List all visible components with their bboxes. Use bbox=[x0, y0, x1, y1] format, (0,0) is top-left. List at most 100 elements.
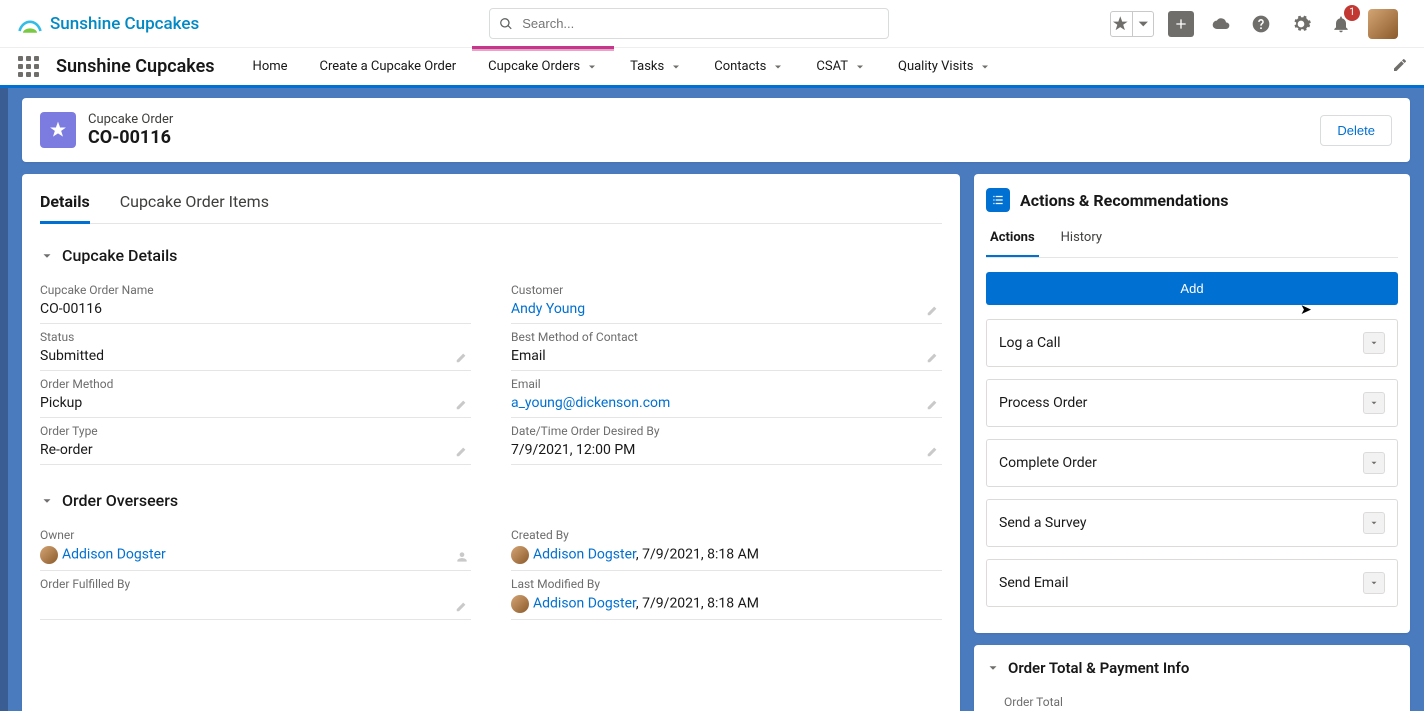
action-dropdown[interactable] bbox=[1363, 392, 1385, 414]
triangle-down-icon bbox=[1369, 518, 1379, 528]
global-create-button[interactable] bbox=[1168, 11, 1194, 37]
favorites-button[interactable] bbox=[1110, 11, 1154, 37]
triangle-down-icon bbox=[1369, 458, 1379, 468]
details-fields: Cupcake Order Name CO-00116 Customer And… bbox=[40, 283, 942, 465]
chevron-down-icon bbox=[1134, 14, 1153, 34]
question-icon bbox=[1251, 14, 1271, 34]
context-bar: Sunshine Cupcakes Home Create a Cupcake O… bbox=[0, 48, 1424, 88]
overseers-fields: Owner Addison Dogster Created By Addison… bbox=[40, 528, 942, 620]
edit-icon[interactable] bbox=[926, 303, 940, 317]
action-label: Send Email bbox=[999, 575, 1069, 591]
field-order-type: Order Type Re-order bbox=[40, 424, 471, 465]
edit-icon[interactable] bbox=[455, 444, 469, 458]
modified-ts: , 7/9/2021, 8:18 AM bbox=[636, 596, 759, 612]
action-send-a-survey[interactable]: Send a Survey bbox=[986, 499, 1398, 547]
field-customer: Customer Andy Young bbox=[511, 283, 942, 324]
user-avatar[interactable] bbox=[1368, 9, 1398, 39]
action-log-a-call[interactable]: Log a Call bbox=[986, 319, 1398, 367]
created-ts: , 7/9/2021, 8:18 AM bbox=[636, 547, 759, 563]
action-complete-order[interactable]: Complete Order bbox=[986, 439, 1398, 487]
header-icons: 1 bbox=[1110, 9, 1398, 39]
actions-icon bbox=[986, 188, 1010, 212]
section-title: Cupcake Details bbox=[62, 246, 177, 265]
star-icon bbox=[1111, 14, 1130, 34]
main-column: Details Cupcake Order Items Cupcake Detai… bbox=[22, 174, 960, 711]
nav-label: Tasks bbox=[630, 59, 664, 74]
record-highlights: Cupcake Order CO-00116 Delete bbox=[22, 98, 1410, 162]
edit-icon[interactable] bbox=[455, 350, 469, 364]
notifications-button[interactable]: 1 bbox=[1328, 11, 1354, 37]
main-tabs: Details Cupcake Order Items bbox=[40, 192, 942, 224]
edit-icon[interactable] bbox=[926, 397, 940, 411]
section-cupcake-details[interactable]: Cupcake Details bbox=[40, 246, 942, 265]
field-created-by: Created By Addison Dogster, 7/9/2021, 8:… bbox=[511, 528, 942, 571]
email-link[interactable]: a_young@dickenson.com bbox=[511, 395, 670, 411]
section-order-total[interactable]: Order Total & Payment Info bbox=[986, 659, 1398, 677]
nav-label: Quality Visits bbox=[898, 59, 973, 74]
field-contact-method: Best Method of Contact Email bbox=[511, 330, 942, 371]
avatar-icon bbox=[40, 546, 58, 564]
side-tab-history[interactable]: History bbox=[1057, 224, 1106, 257]
actions-card: Actions & Recommendations Actions History… bbox=[974, 174, 1410, 633]
field-modified-by: Last Modified By Addison Dogster, 7/9/20… bbox=[511, 577, 942, 620]
chevron-down-icon bbox=[40, 249, 54, 263]
delete-button[interactable]: Delete bbox=[1320, 115, 1392, 146]
section-order-overseers[interactable]: Order Overseers bbox=[40, 491, 942, 510]
action-dropdown[interactable] bbox=[1363, 572, 1385, 594]
brand-logo[interactable]: Sunshine Cupcakes bbox=[16, 10, 199, 38]
nav-item-quality-visits[interactable]: Quality Visits bbox=[882, 49, 1007, 84]
gear-icon bbox=[1291, 14, 1311, 34]
field-owner: Owner Addison Dogster bbox=[40, 528, 471, 571]
plus-icon bbox=[1173, 14, 1189, 34]
columns: Details Cupcake Order Items Cupcake Detai… bbox=[22, 174, 1410, 711]
side-tab-actions[interactable]: Actions bbox=[986, 224, 1039, 257]
customer-link[interactable]: Andy Young bbox=[511, 301, 585, 317]
nav-items: Home Create a Cupcake Order Cupcake Orders… bbox=[237, 49, 1008, 84]
action-dropdown[interactable] bbox=[1363, 452, 1385, 474]
nav-item-cupcake-orders[interactable]: Cupcake Orders bbox=[472, 49, 614, 84]
nav-label: Create a Cupcake Order bbox=[320, 59, 457, 74]
search-input[interactable] bbox=[489, 8, 889, 39]
tab-cupcake-order-items[interactable]: Cupcake Order Items bbox=[120, 192, 269, 223]
edit-icon[interactable] bbox=[926, 444, 940, 458]
created-by-link[interactable]: Addison Dogster bbox=[533, 547, 636, 563]
nav-label: Contacts bbox=[714, 59, 766, 74]
action-dropdown[interactable] bbox=[1363, 332, 1385, 354]
chevron-down-icon bbox=[40, 494, 54, 508]
edit-icon[interactable] bbox=[455, 599, 469, 613]
chevron-down-icon bbox=[586, 61, 598, 73]
action-process-order[interactable]: Process Order bbox=[986, 379, 1398, 427]
app-launcher[interactable] bbox=[16, 55, 40, 79]
global-search bbox=[489, 8, 889, 39]
edit-nav-button[interactable] bbox=[1392, 57, 1408, 77]
actions-title: Actions & Recommendations bbox=[1020, 191, 1228, 210]
nav-item-create-a-cupcake-order[interactable]: Create a Cupcake Order bbox=[304, 49, 473, 84]
triangle-down-icon bbox=[1369, 578, 1379, 588]
action-dropdown[interactable] bbox=[1363, 512, 1385, 534]
edit-icon[interactable] bbox=[455, 397, 469, 411]
salesforce-help-icon[interactable] bbox=[1208, 11, 1234, 37]
list-icon bbox=[991, 193, 1005, 207]
action-label: Process Order bbox=[999, 395, 1087, 411]
record-icon bbox=[40, 112, 76, 148]
tab-details[interactable]: Details bbox=[40, 192, 90, 224]
setup-button[interactable] bbox=[1288, 11, 1314, 37]
edit-icon[interactable] bbox=[926, 350, 940, 364]
action-send-email[interactable]: Send Email bbox=[986, 559, 1398, 607]
page-background: Cupcake Order CO-00116 Delete Details Cup… bbox=[0, 88, 1424, 711]
field-fulfilled-by: Order Fulfilled By bbox=[40, 577, 471, 620]
field-order-method: Order Method Pickup bbox=[40, 377, 471, 418]
pencil-icon bbox=[1392, 57, 1408, 73]
add-action-button[interactable]: Add bbox=[986, 272, 1398, 305]
help-button[interactable] bbox=[1248, 11, 1274, 37]
totals-card: Order Total & Payment Info Order Total $… bbox=[974, 645, 1410, 711]
chevron-down-icon bbox=[772, 61, 784, 73]
modified-by-link[interactable]: Addison Dogster bbox=[533, 596, 636, 612]
nav-item-home[interactable]: Home bbox=[237, 49, 304, 84]
app-name: Sunshine Cupcakes bbox=[56, 56, 215, 77]
nav-item-contacts[interactable]: Contacts bbox=[698, 49, 800, 84]
owner-link[interactable]: Addison Dogster bbox=[62, 547, 166, 563]
nav-item-csat[interactable]: CSAT bbox=[800, 49, 882, 84]
nav-item-tasks[interactable]: Tasks bbox=[614, 49, 698, 84]
change-owner-icon[interactable] bbox=[455, 550, 469, 564]
